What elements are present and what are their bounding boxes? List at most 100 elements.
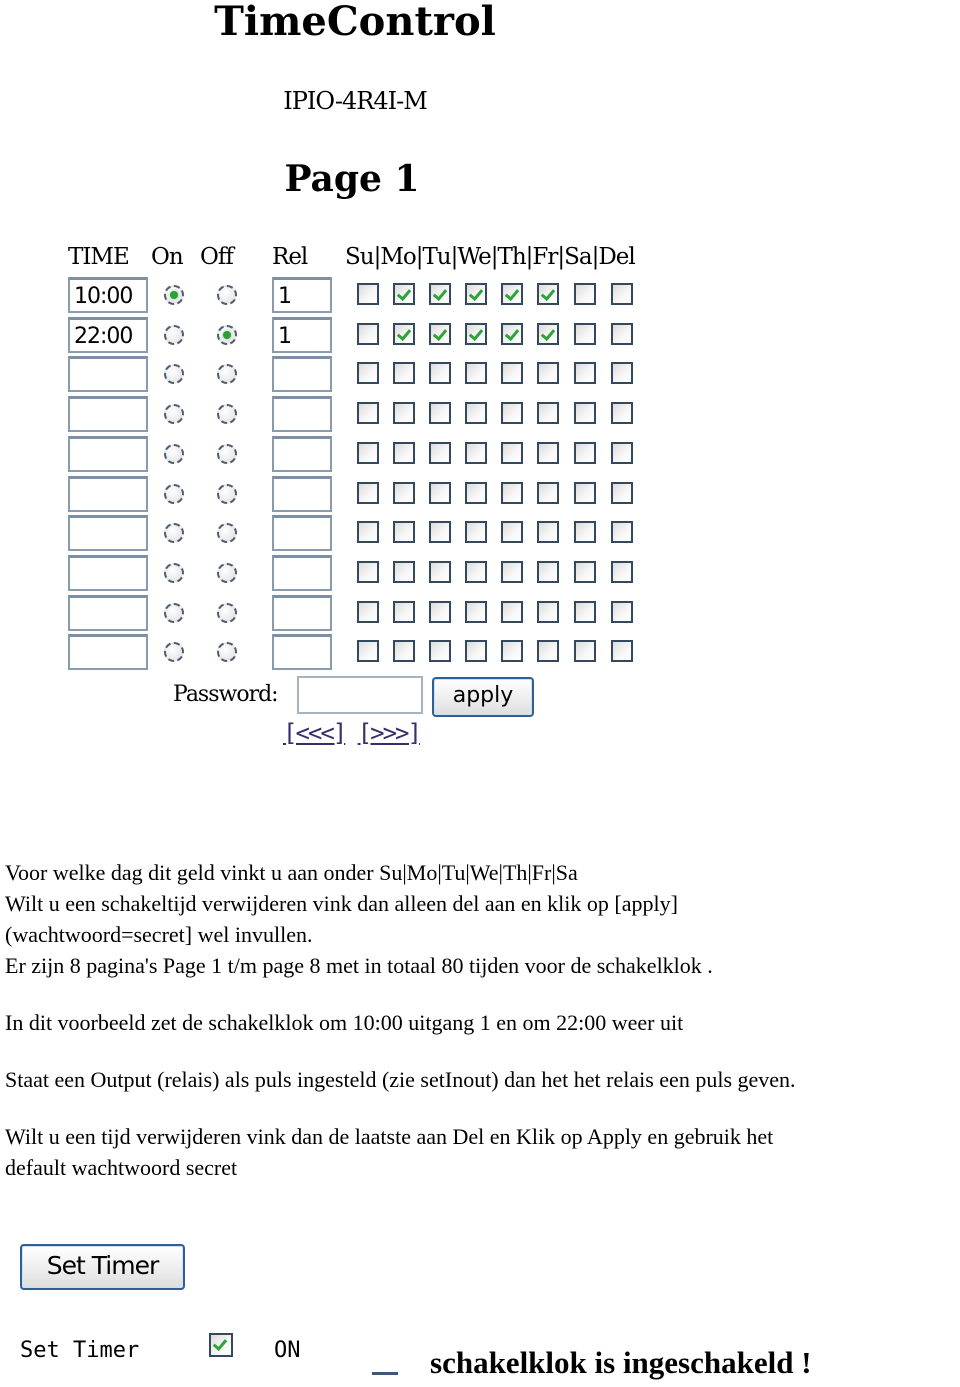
day-checkbox-mo[interactable]	[393, 521, 415, 544]
on-radio[interactable]	[164, 562, 184, 583]
day-checkbox-fr[interactable]	[537, 441, 559, 464]
on-radio[interactable]	[164, 523, 184, 544]
day-checkbox-sa[interactable]	[574, 362, 596, 385]
day-checkbox-mo[interactable]	[393, 322, 415, 345]
set-timer-checkbox[interactable]	[209, 1333, 233, 1357]
off-radio[interactable]	[217, 364, 237, 385]
day-checkbox-fr[interactable]	[537, 402, 559, 425]
off-radio[interactable]	[217, 404, 237, 425]
day-checkbox-su[interactable]	[357, 560, 379, 583]
off-radio[interactable]	[217, 483, 237, 504]
day-checkbox-del[interactable]	[611, 362, 633, 385]
day-checkbox-fr[interactable]	[537, 560, 559, 583]
day-checkbox-tu[interactable]	[429, 283, 451, 305]
relay-input[interactable]	[272, 475, 332, 512]
day-checkbox-tu[interactable]	[429, 481, 451, 504]
day-checkbox-th[interactable]	[501, 402, 523, 425]
day-checkbox-del[interactable]	[611, 640, 633, 663]
apply-button[interactable]: apply	[432, 677, 534, 717]
day-checkbox-fr[interactable]	[537, 362, 559, 385]
day-checkbox-tu[interactable]	[429, 600, 451, 623]
relay-input[interactable]: 1	[272, 277, 332, 313]
day-checkbox-mo[interactable]	[393, 441, 415, 464]
time-input[interactable]: 22:00	[68, 316, 148, 353]
day-checkbox-tu[interactable]	[429, 441, 451, 464]
day-checkbox-we[interactable]	[465, 521, 487, 544]
day-checkbox-mo[interactable]	[393, 560, 415, 583]
day-checkbox-mo[interactable]	[393, 600, 415, 623]
day-checkbox-fr[interactable]	[537, 600, 559, 623]
day-checkbox-del[interactable]	[611, 441, 633, 464]
day-checkbox-su[interactable]	[357, 600, 379, 623]
day-checkbox-tu[interactable]	[429, 322, 451, 345]
day-checkbox-su[interactable]	[357, 283, 379, 305]
off-radio[interactable]	[217, 602, 237, 623]
day-checkbox-del[interactable]	[611, 402, 633, 425]
day-checkbox-we[interactable]	[465, 600, 487, 623]
day-checkbox-mo[interactable]	[393, 640, 415, 663]
day-checkbox-sa[interactable]	[574, 600, 596, 623]
next-page-link[interactable]: [>>>]	[358, 719, 422, 747]
off-radio[interactable]	[217, 523, 237, 544]
day-checkbox-fr[interactable]	[537, 283, 559, 305]
day-checkbox-we[interactable]	[465, 441, 487, 464]
day-checkbox-mo[interactable]	[393, 481, 415, 504]
day-checkbox-sa[interactable]	[574, 560, 596, 583]
day-checkbox-su[interactable]	[357, 322, 379, 345]
day-checkbox-fr[interactable]	[537, 640, 559, 663]
set-timer-button[interactable]: Set Timer	[20, 1244, 185, 1290]
day-checkbox-we[interactable]	[465, 283, 487, 305]
relay-input[interactable]	[272, 634, 332, 671]
day-checkbox-tu[interactable]	[429, 402, 451, 425]
day-checkbox-fr[interactable]	[537, 521, 559, 544]
day-checkbox-tu[interactable]	[429, 521, 451, 544]
day-checkbox-th[interactable]	[501, 283, 523, 305]
day-checkbox-we[interactable]	[465, 362, 487, 385]
on-radio[interactable]	[164, 602, 184, 623]
off-radio[interactable]	[217, 285, 237, 305]
day-checkbox-th[interactable]	[501, 560, 523, 583]
day-checkbox-su[interactable]	[357, 481, 379, 504]
day-checkbox-th[interactable]	[501, 481, 523, 504]
day-checkbox-sa[interactable]	[574, 481, 596, 504]
day-checkbox-tu[interactable]	[429, 362, 451, 385]
off-radio[interactable]	[217, 324, 237, 345]
time-input[interactable]	[68, 435, 148, 472]
day-checkbox-sa[interactable]	[574, 322, 596, 345]
off-radio[interactable]	[217, 443, 237, 464]
relay-input[interactable]	[272, 435, 332, 472]
relay-input[interactable]	[272, 594, 332, 631]
relay-input[interactable]	[272, 396, 332, 433]
day-checkbox-del[interactable]	[611, 481, 633, 504]
day-checkbox-th[interactable]	[501, 600, 523, 623]
day-checkbox-del[interactable]	[611, 322, 633, 345]
password-input[interactable]	[297, 676, 423, 714]
time-input[interactable]	[68, 634, 148, 671]
day-checkbox-sa[interactable]	[574, 640, 596, 663]
day-checkbox-su[interactable]	[357, 402, 379, 425]
on-radio[interactable]	[164, 364, 184, 385]
relay-input[interactable]	[272, 515, 332, 552]
day-checkbox-del[interactable]	[611, 283, 633, 305]
off-radio[interactable]	[217, 642, 237, 663]
time-input[interactable]	[68, 475, 148, 512]
day-checkbox-del[interactable]	[611, 560, 633, 583]
day-checkbox-mo[interactable]	[393, 362, 415, 385]
on-radio[interactable]	[164, 404, 184, 425]
off-radio[interactable]	[217, 562, 237, 583]
day-checkbox-th[interactable]	[501, 322, 523, 345]
day-checkbox-th[interactable]	[501, 441, 523, 464]
day-checkbox-fr[interactable]	[537, 481, 559, 504]
day-checkbox-mo[interactable]	[393, 402, 415, 425]
on-radio[interactable]	[164, 483, 184, 504]
relay-input[interactable]	[272, 356, 332, 393]
time-input[interactable]	[68, 396, 148, 433]
time-input[interactable]	[68, 356, 148, 393]
time-input[interactable]	[68, 515, 148, 552]
day-checkbox-del[interactable]	[611, 521, 633, 544]
relay-input[interactable]	[272, 554, 332, 591]
day-checkbox-th[interactable]	[501, 362, 523, 385]
day-checkbox-we[interactable]	[465, 322, 487, 345]
time-input[interactable]: 10:00	[68, 277, 148, 313]
day-checkbox-we[interactable]	[465, 640, 487, 663]
